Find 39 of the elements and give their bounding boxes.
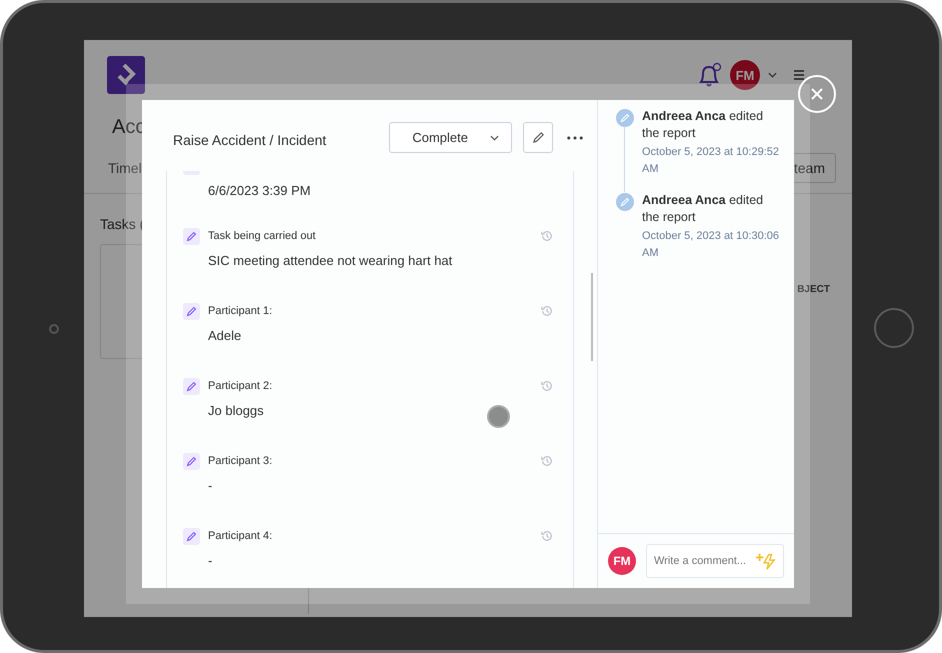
field-label: Participant 2: bbox=[208, 380, 272, 392]
field-label: Task being carried out bbox=[208, 230, 316, 242]
user-avatar[interactable]: FM bbox=[730, 60, 760, 90]
user-avatar: FM bbox=[608, 547, 636, 575]
activity-text: Andreea Anca edited the report bbox=[642, 108, 764, 142]
field-value: Adele bbox=[208, 328, 242, 343]
camera-icon bbox=[49, 324, 59, 334]
more-icon[interactable] bbox=[567, 136, 583, 140]
pencil-icon[interactable] bbox=[183, 528, 200, 544]
menu-icon[interactable] bbox=[793, 70, 805, 80]
activity-time: October 5, 2023 at 10:30:06 AM bbox=[642, 229, 780, 261]
edit-button[interactable] bbox=[523, 122, 553, 153]
close-button[interactable] bbox=[798, 75, 836, 113]
modal-title: Raise Accident / Incident bbox=[173, 130, 328, 148]
pencil-icon bbox=[532, 131, 544, 144]
field-label: Participant 4: bbox=[208, 530, 272, 542]
scrollbar[interactable] bbox=[591, 273, 593, 361]
field-label: Participant 3: bbox=[208, 455, 272, 467]
logo-icon[interactable] bbox=[107, 56, 145, 94]
caret-icon[interactable] bbox=[768, 72, 777, 78]
pencil-icon bbox=[616, 193, 634, 211]
pencil-icon[interactable] bbox=[183, 452, 200, 470]
activity-time: October 5, 2023 at 10:29:52 AM bbox=[642, 145, 780, 177]
pencil-icon[interactable] bbox=[183, 378, 200, 394]
activity-text: Andreea Anca edited the report bbox=[642, 192, 764, 226]
field-label: Participant 1: bbox=[208, 305, 272, 317]
pencil-icon[interactable] bbox=[183, 302, 200, 320]
status-dropdown[interactable]: Complete bbox=[389, 122, 512, 153]
tab[interactable]: Timel bbox=[108, 160, 142, 176]
pencil-icon bbox=[616, 109, 634, 127]
pencil-icon[interactable] bbox=[183, 228, 200, 244]
field-value: 6/6/2023 3:39 PM bbox=[208, 183, 311, 198]
field-value: SIC meeting attendee not wearing hart hat bbox=[208, 253, 452, 268]
column-header: BJECT bbox=[797, 284, 830, 295]
comment-field[interactable]: Write a comment... bbox=[646, 544, 784, 578]
chevron-down-icon bbox=[490, 134, 499, 140]
field-value: - bbox=[208, 553, 212, 568]
field-value: Jo bloggs bbox=[208, 403, 264, 418]
field-value: - bbox=[208, 478, 212, 493]
